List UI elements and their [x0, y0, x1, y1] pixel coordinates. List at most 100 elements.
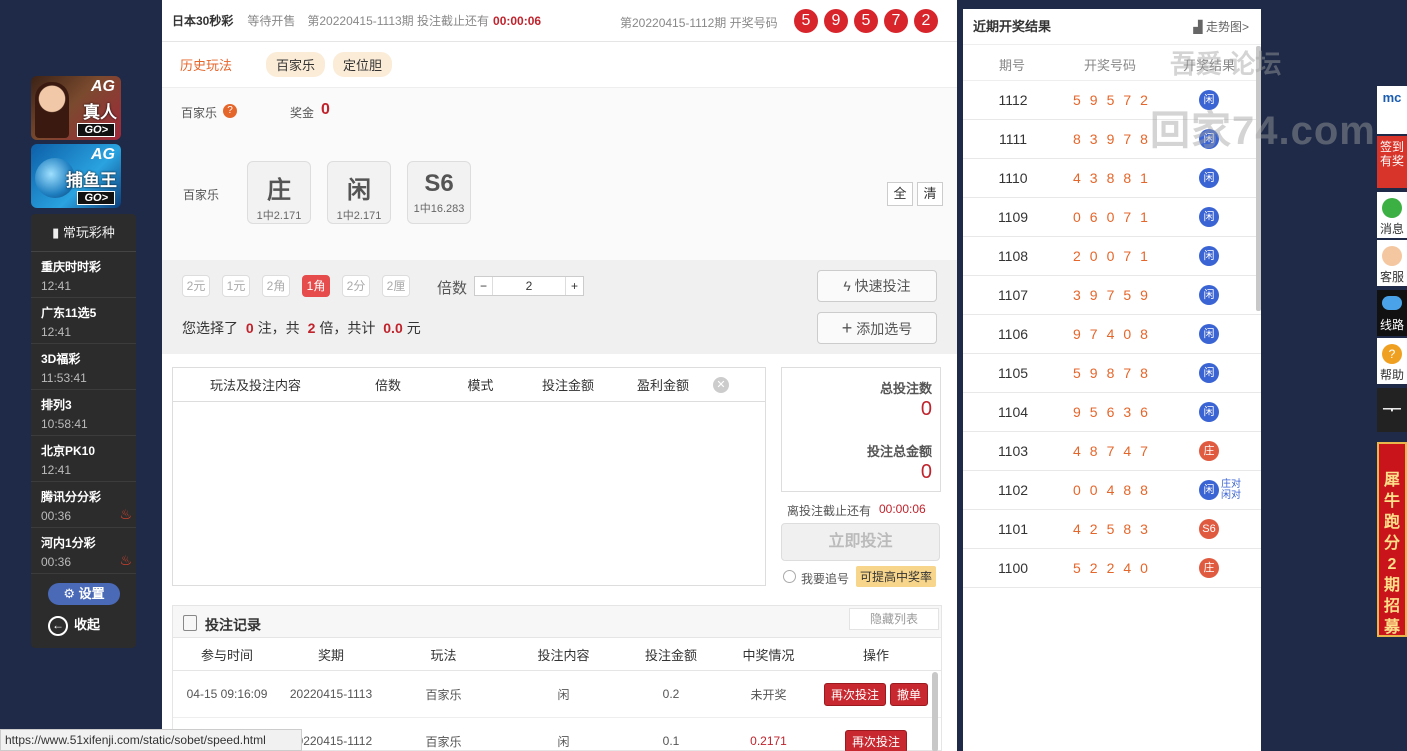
close-strip-button[interactable]: ᅮ	[1377, 388, 1407, 432]
draw-ball: 9	[824, 9, 848, 33]
result-badge: 庄	[1199, 558, 1219, 578]
lottery-item[interactable]: 3D福彩 11:53:41	[31, 344, 136, 390]
lottery-item[interactable]: 北京PK10 12:41	[31, 436, 136, 482]
result-row: 1105 59878 闲	[963, 354, 1261, 393]
column-header: 奖期	[317, 647, 344, 663]
trend-link[interactable]: ▟ 走势图>	[1193, 9, 1249, 45]
prize-label: 奖金	[290, 106, 315, 120]
bet-option-player[interactable]: 闲 1中2.171	[327, 161, 391, 224]
result-issue: 1106	[997, 326, 1029, 342]
promo-go: GO>	[77, 191, 115, 205]
sale-status: 等待开售	[247, 14, 296, 28]
unit-button[interactable]: 2分	[342, 275, 370, 297]
result-badge: 闲	[1199, 363, 1219, 383]
result-issue: 1102	[997, 482, 1029, 498]
plus-button[interactable]: +	[565, 277, 583, 295]
submit-bet-button[interactable]: 立即投注	[781, 523, 940, 561]
result-issue: 1112	[998, 92, 1028, 108]
result-badge: 闲	[1199, 285, 1219, 305]
record-result: 0.2171	[750, 734, 787, 748]
tab-history[interactable]: 历史玩法	[180, 55, 232, 74]
record-actions: 再次投注 撤单	[816, 671, 936, 717]
unit-button[interactable]: 2厘	[382, 275, 410, 297]
ag-fishing-promo[interactable]: AG 捕鱼王 GO>	[31, 144, 121, 208]
tab-baccarat[interactable]: 百家乐	[266, 52, 326, 77]
clear-button[interactable]: 清	[917, 182, 943, 206]
lottery-item[interactable]: 排列3 10:58:41	[31, 390, 136, 436]
unit-button[interactable]: 2元	[182, 275, 210, 297]
unit-button[interactable]: 2角	[262, 275, 290, 297]
help-icon[interactable]: ?	[223, 104, 237, 118]
lottery-item[interactable]: 河内1分彩 00:36 ♨	[31, 528, 136, 574]
ag-live-promo[interactable]: AG 真人 GO>	[31, 76, 121, 140]
lottery-name: 北京PK10	[41, 444, 96, 458]
bet-option-banker[interactable]: 庄 1中2.171	[247, 161, 311, 224]
add-number-button[interactable]: + 添加选号	[817, 312, 937, 344]
fire-icon: ♨	[119, 506, 132, 522]
result-numbers: 39759	[1073, 287, 1157, 303]
result-numbers: 83978	[1073, 131, 1157, 147]
messages-button[interactable]: 消息	[1377, 192, 1407, 238]
favorite-lotteries: ▮ 常玩彩种 重庆时时彩 12:41 广东11选5 12:41 3D福彩 11:53:41…	[31, 214, 136, 648]
status-url: https://www.51xifenji.com/static/sobet/s…	[0, 729, 302, 751]
service-button[interactable]: 客服	[1377, 240, 1407, 286]
draw-ball: 5	[854, 9, 878, 33]
records-scrollbar[interactable]	[932, 672, 938, 751]
lottery-item[interactable]: 广东11选5 12:41	[31, 298, 136, 344]
bet-option-s6[interactable]: S6 1中16.283	[407, 161, 471, 224]
game-name: 日本30秒彩	[172, 14, 234, 28]
records-title: 投注记录	[205, 617, 261, 633]
result-numbers: 59878	[1073, 365, 1157, 381]
help-button[interactable]: ? 帮助	[1377, 338, 1407, 384]
total-amount-value: 0	[920, 461, 932, 483]
chart-icon: ▟	[1193, 20, 1203, 34]
unit-button[interactable]: 1角	[302, 275, 330, 297]
quick-bet-button[interactable]: ϟ 快速投注	[817, 270, 937, 302]
result-numbers: 43881	[1073, 170, 1157, 186]
recent-results-title: 近期开奖结果 ▟ 走势图>	[963, 9, 1261, 45]
draw-ball: 2	[914, 9, 938, 33]
result-numbers: 59572	[1073, 92, 1157, 108]
row-label: 百家乐	[183, 188, 220, 202]
clear-slip-icon[interactable]: ✕	[713, 376, 729, 393]
lottery-item[interactable]: 腾讯分分彩 00:36 ♨	[31, 482, 136, 528]
column-header: 操作	[862, 647, 889, 663]
multiple-stepper[interactable]: − 2 +	[474, 276, 584, 296]
column-header: 中奖情况	[742, 647, 795, 663]
rebet-button[interactable]: 再次投注	[844, 729, 907, 751]
sign-in-button[interactable]: 签到有奖	[1377, 136, 1407, 188]
deadline-label: 离投注截止还有	[787, 504, 872, 518]
multiple-input[interactable]: 2	[493, 277, 565, 295]
play-tabs: 历史玩法 百家乐 定位胆	[162, 42, 957, 88]
promo-brand: AG	[91, 146, 115, 163]
side-logo[interactable]: mc	[1377, 86, 1407, 134]
chase-label[interactable]: 我要追号	[801, 570, 849, 587]
lottery-item[interactable]: 重庆时时彩 12:41	[31, 252, 136, 298]
promo-banner[interactable]: 犀牛跑分2期招募	[1377, 442, 1407, 637]
result-row: 1101 42583 S6	[963, 510, 1261, 549]
line-button[interactable]: 线路	[1377, 290, 1407, 336]
record-content: 闲	[557, 734, 570, 749]
result-issue: 1104	[997, 404, 1029, 420]
bet-controls: 2元 1元 2角 1角 2分 2厘 倍数 − 2 + 您选择了 0 注，共 2 倍，共计 0.…	[162, 260, 957, 354]
result-row: 1109 06071 闲	[963, 198, 1261, 237]
collapse-button[interactable]: ← 收起	[48, 615, 100, 636]
chase-radio[interactable]	[783, 570, 796, 583]
cancel-bet-button[interactable]: 撤单	[890, 682, 929, 706]
multiple-label: 倍数	[437, 280, 468, 297]
result-numbers: 06071	[1073, 209, 1157, 225]
minus-button[interactable]: −	[475, 277, 493, 295]
recent-scrollbar[interactable]	[1256, 46, 1261, 311]
result-issue: 1100	[997, 560, 1029, 576]
settings-button[interactable]: ⚙ 设置	[48, 583, 120, 605]
column-header: 投注内容	[537, 647, 590, 663]
bet-slip: 玩法及投注内容 倍数 模式 投注金额 盈利金额 ✕	[172, 367, 766, 586]
rebet-button[interactable]: 再次投注	[823, 682, 886, 706]
unit-button[interactable]: 1元	[222, 275, 250, 297]
hide-list-button[interactable]: 隐藏列表	[849, 608, 939, 630]
column-header: 投注金额	[644, 647, 697, 663]
tab-position[interactable]: 定位胆	[333, 52, 393, 77]
select-all-button[interactable]: 全	[887, 182, 913, 206]
record-amount: 0.1	[662, 734, 680, 748]
result-numbers: 97408	[1073, 326, 1157, 342]
